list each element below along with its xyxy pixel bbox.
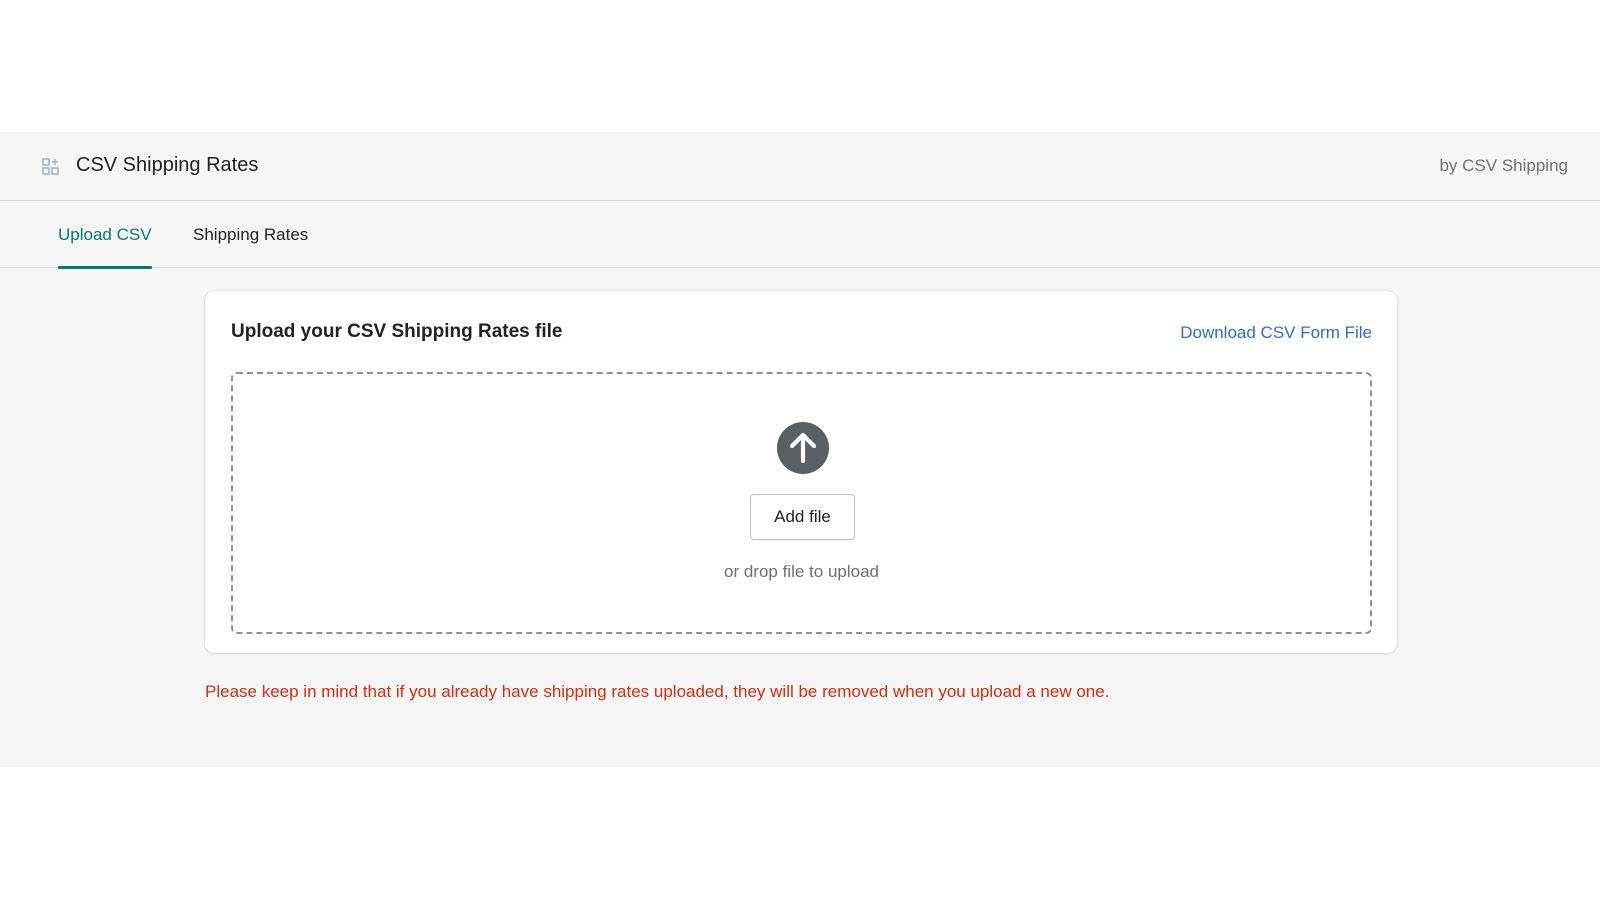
replace-warning-text: Please keep in mind that if you already … [205,682,1110,701]
tab-shipping-rates[interactable]: Shipping Rates [193,201,308,268]
card-title: Upload your CSV Shipping Rates file [231,321,563,342]
app-vendor: by CSV Shipping [1439,156,1568,175]
tab-bar: Upload CSV Shipping Rates [0,201,1600,269]
apps-grid-icon [42,158,59,175]
arrow-up-circle-icon [777,422,829,474]
tab-label: Upload CSV [58,225,152,244]
upload-card: Upload your CSV Shipping Rates file Down… [205,291,1397,653]
drop-hint-text: or drop file to upload [724,562,879,581]
tab-label: Shipping Rates [193,225,309,244]
file-dropzone[interactable]: Add file or drop file to upload [231,372,1372,634]
app-header: CSV Shipping Rates by CSV Shipping [0,132,1600,201]
active-tab-indicator [58,266,152,269]
app-frame: CSV Shipping Rates by CSV Shipping Uploa… [0,132,1600,767]
tab-upload-csv[interactable]: Upload CSV [58,201,152,269]
add-file-button[interactable]: Add file [750,494,855,540]
download-csv-form-link[interactable]: Download CSV Form File [1180,323,1372,343]
app-title: CSV Shipping Rates [76,154,259,176]
